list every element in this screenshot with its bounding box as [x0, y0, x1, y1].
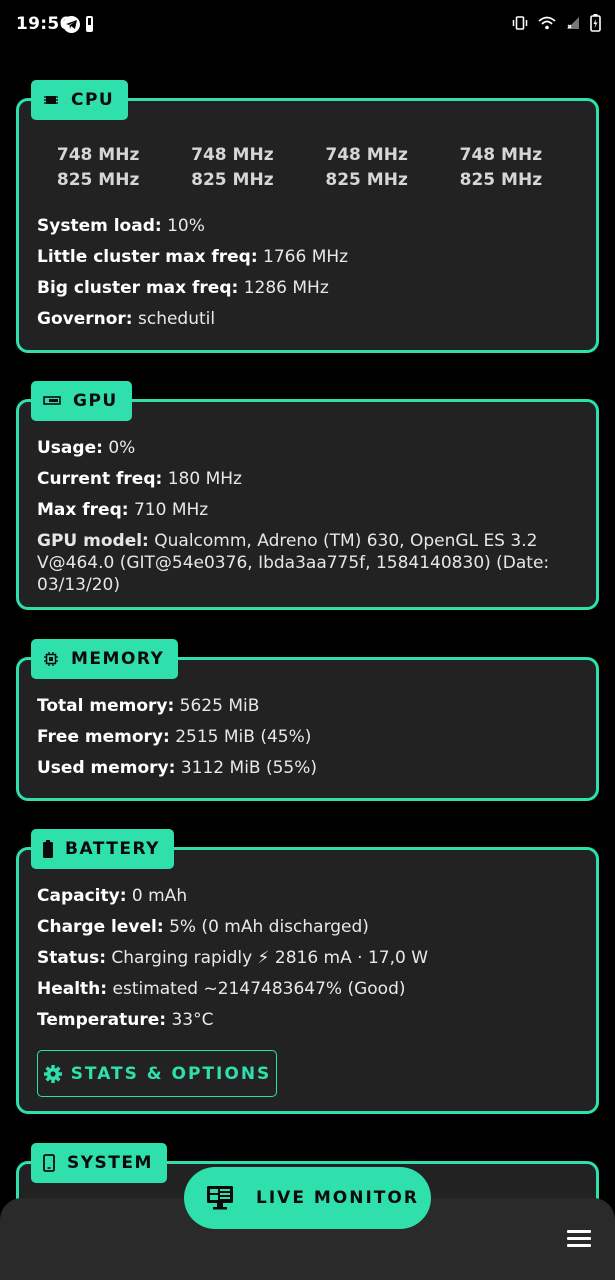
used-memory-value: 3112 MiB (55%): [180, 758, 318, 778]
cpu-chip-icon: [44, 96, 58, 104]
gpu-model-label: GPU model:: [37, 531, 149, 551]
temperature-row: Temperature: 33°C: [37, 1005, 572, 1036]
gpu-current-freq-row: Current freq: 180 MHz: [37, 464, 572, 495]
battery-small-icon: [86, 16, 93, 32]
system-load-value: 10%: [167, 216, 205, 236]
core-max-freq: 825 MHz: [459, 170, 543, 190]
core-max-freq: 825 MHz: [56, 170, 140, 190]
gpu-max-freq-value: 710 MHz: [133, 500, 209, 520]
free-memory-value: 2515 MiB (45%): [175, 727, 312, 747]
cpu-core-3: 748 MHz 825 MHz: [308, 143, 442, 193]
status-bar: 19:56: [0, 0, 615, 52]
governor-value: schedutil: [138, 309, 216, 329]
monitor-icon: [207, 1186, 233, 1210]
battery-full-icon: [43, 840, 53, 858]
system-load-label: System load:: [37, 216, 162, 236]
charge-level-label: Charge level:: [37, 917, 164, 937]
gpu-section-badge: GPU: [31, 381, 132, 421]
used-memory-row: Used memory: 3112 MiB (55%): [37, 753, 572, 784]
governor-label: Governor:: [37, 309, 133, 329]
live-monitor-label: LIVE MONITOR: [256, 1188, 419, 1208]
signal-icon: [567, 17, 579, 29]
gpu-usage-label: Usage:: [37, 438, 103, 458]
gpu-usage-row: Usage: 0%: [37, 433, 572, 464]
charge-level-row: Charge level: 5% (0 mAh discharged): [37, 912, 572, 943]
capacity-label: Capacity:: [37, 886, 127, 906]
system-section-title: SYSTEM: [67, 1153, 153, 1173]
live-monitor-button[interactable]: LIVE MONITOR: [184, 1167, 431, 1229]
big-cluster-value: 1286 MHz: [243, 278, 329, 298]
vibrate-icon: [512, 16, 528, 30]
cpu-card: 748 MHz 825 MHz 748 MHz 825 MHz 748 MHz …: [16, 98, 599, 353]
gpu-max-freq-label: Max freq:: [37, 500, 129, 520]
system-load-row: System load: 10%: [37, 211, 572, 242]
core-current-freq: 748 MHz: [191, 145, 274, 165]
status-value: Charging rapidly ⚡ 2816 mA · 17,0 W: [111, 948, 429, 968]
gpu-current-freq-value: 180 MHz: [167, 469, 242, 489]
memory-info: Total memory: 5625 MiB Free memory: 2515…: [37, 691, 572, 784]
status-label: Status:: [37, 948, 106, 968]
telegram-icon: [63, 16, 80, 33]
cpu-core-1: 748 MHz 825 MHz: [39, 143, 173, 193]
little-cluster-row: Little cluster max freq: 1766 MHz: [37, 242, 572, 273]
memory-section-title: MEMORY: [71, 649, 165, 669]
charge-level-value: 5% (0 mAh discharged): [169, 917, 369, 937]
capacity-value: 0 mAh: [131, 886, 188, 906]
menu-icon[interactable]: [567, 1230, 591, 1248]
temperature-label: Temperature:: [37, 1010, 167, 1030]
memory-section-badge: MEMORY: [31, 639, 179, 679]
little-cluster-value: 1766 MHz: [263, 247, 349, 267]
core-current-freq: 748 MHz: [56, 145, 140, 165]
gpu-model-row: GPU model: Qualcomm, Adreno (TM) 630, Op…: [37, 530, 572, 596]
cpu-core-4: 748 MHz 825 MHz: [442, 143, 576, 193]
gpu-info: Usage: 0% Current freq: 180 MHz Max freq…: [37, 433, 572, 596]
big-cluster-row: Big cluster max freq: 1286 MHz: [37, 273, 572, 304]
gpu-usage-value: 0%: [108, 438, 136, 458]
total-memory-label: Total memory:: [37, 696, 175, 716]
free-memory-label: Free memory:: [37, 727, 170, 747]
core-max-freq: 825 MHz: [191, 170, 274, 190]
core-current-freq: 748 MHz: [459, 145, 543, 165]
cpu-core-2: 748 MHz 825 MHz: [173, 143, 307, 193]
phone-icon: [43, 1154, 55, 1172]
cpu-section-badge: CPU: [31, 80, 129, 120]
health-row: Health: estimated ~2147483647% (Good): [37, 974, 572, 1005]
free-memory-row: Free memory: 2515 MiB (45%): [37, 722, 572, 753]
big-cluster-label: Big cluster max freq:: [37, 278, 239, 298]
battery-section-title: BATTERY: [65, 839, 160, 859]
status-row: Status: Charging rapidly ⚡ 2816 mA · 17,…: [37, 943, 572, 974]
stats-options-label: STATS & OPTIONS: [70, 1063, 272, 1084]
little-cluster-label: Little cluster max freq:: [37, 247, 258, 267]
total-memory-value: 5625 MiB: [179, 696, 260, 716]
gpu-card: Usage: 0% Current freq: 180 MHz Max freq…: [16, 399, 599, 610]
battery-section-badge: BATTERY: [31, 829, 174, 869]
gpu-card-icon: [43, 396, 61, 405]
capacity-row: Capacity: 0 mAh: [37, 881, 572, 912]
gear-icon: [43, 1064, 62, 1083]
core-current-freq: 748 MHz: [325, 145, 408, 165]
battery-icon: [590, 14, 601, 32]
memory-chip-icon: [44, 652, 58, 666]
core-max-freq: 825 MHz: [325, 170, 408, 190]
total-memory-row: Total memory: 5625 MiB: [37, 691, 572, 722]
gpu-max-freq-row: Max freq: 710 MHz: [37, 495, 572, 526]
battery-card: Capacity: 0 mAh Charge level: 5% (0 mAh …: [16, 847, 599, 1114]
governor-row: Governor: schedutil: [37, 304, 572, 335]
cpu-section-title: CPU: [71, 90, 115, 110]
gpu-current-freq-label: Current freq:: [37, 469, 163, 489]
cpu-core-frequencies: 748 MHz 825 MHz 748 MHz 825 MHz 748 MHz …: [39, 143, 576, 193]
health-label: Health:: [37, 979, 108, 999]
battery-info: Capacity: 0 mAh Charge level: 5% (0 mAh …: [37, 881, 572, 1036]
system-section-badge: SYSTEM: [31, 1143, 167, 1183]
stats-options-button[interactable]: STATS & OPTIONS: [37, 1050, 277, 1097]
gpu-section-title: GPU: [73, 391, 118, 411]
temperature-value: 33°C: [171, 1010, 214, 1030]
cpu-info: System load: 10% Little cluster max freq…: [37, 211, 572, 335]
health-value: estimated ~2147483647% (Good): [112, 979, 406, 999]
wifi-icon: [538, 16, 556, 30]
used-memory-label: Used memory:: [37, 758, 176, 778]
